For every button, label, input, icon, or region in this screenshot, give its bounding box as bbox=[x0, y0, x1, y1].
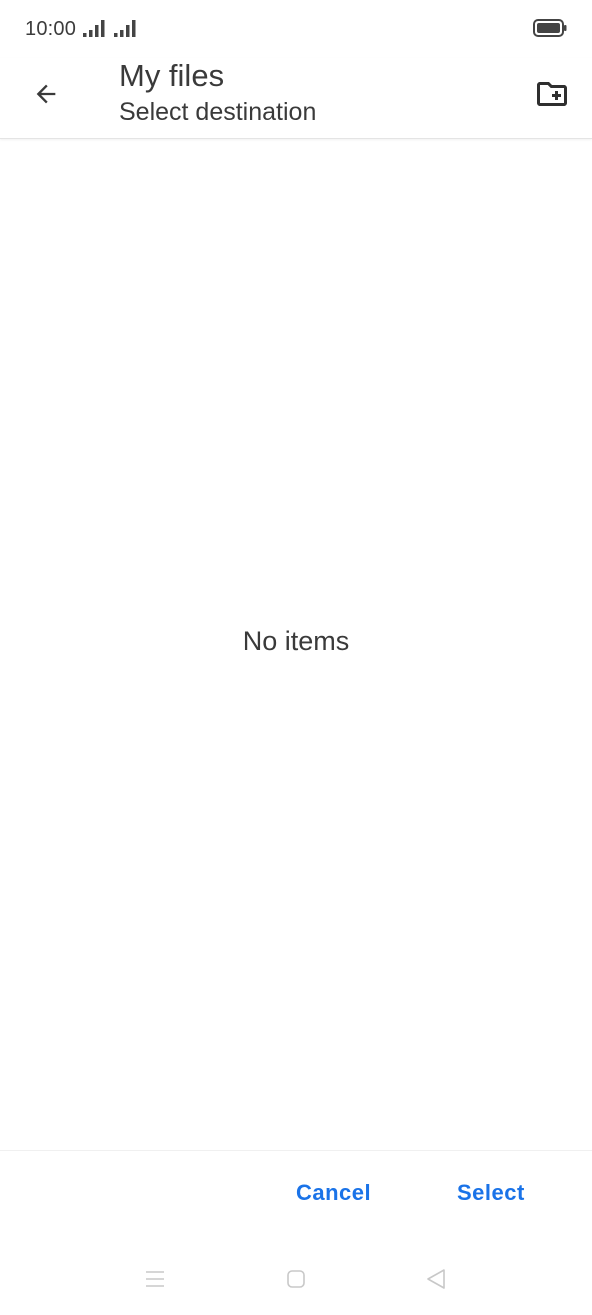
page-title: My files bbox=[119, 58, 225, 93]
back-button[interactable] bbox=[22, 70, 70, 118]
screen: 10:00 My files Select destination No ite… bbox=[0, 0, 592, 1315]
nav-home-button[interactable] bbox=[281, 1266, 311, 1292]
action-divider bbox=[0, 1150, 592, 1151]
status-time: 10:00 bbox=[25, 18, 77, 40]
system-nav-bar bbox=[0, 1250, 592, 1310]
app-bar: My files Select destination bbox=[0, 58, 592, 139]
create-new-folder-icon bbox=[537, 82, 567, 106]
nav-back-button[interactable] bbox=[421, 1266, 451, 1292]
back-triangle-icon bbox=[427, 1269, 445, 1289]
signal-strength-icon bbox=[114, 20, 136, 37]
menu-lines-icon bbox=[146, 1271, 164, 1287]
page-subtitle: Select destination bbox=[119, 98, 317, 126]
nav-recents-button[interactable] bbox=[140, 1266, 170, 1292]
select-button[interactable]: Select bbox=[451, 1176, 531, 1210]
signal-strength-icon bbox=[83, 20, 105, 37]
status-bar: 10:00 bbox=[0, 0, 592, 58]
battery-icon bbox=[533, 19, 567, 37]
new-folder-button[interactable] bbox=[526, 68, 578, 120]
home-square-icon bbox=[287, 1270, 305, 1288]
cancel-button[interactable]: Cancel bbox=[290, 1176, 377, 1210]
arrow-back-icon bbox=[36, 84, 56, 104]
empty-state-message: No items bbox=[242, 626, 350, 656]
title-block: My files Select destination bbox=[119, 58, 316, 127]
